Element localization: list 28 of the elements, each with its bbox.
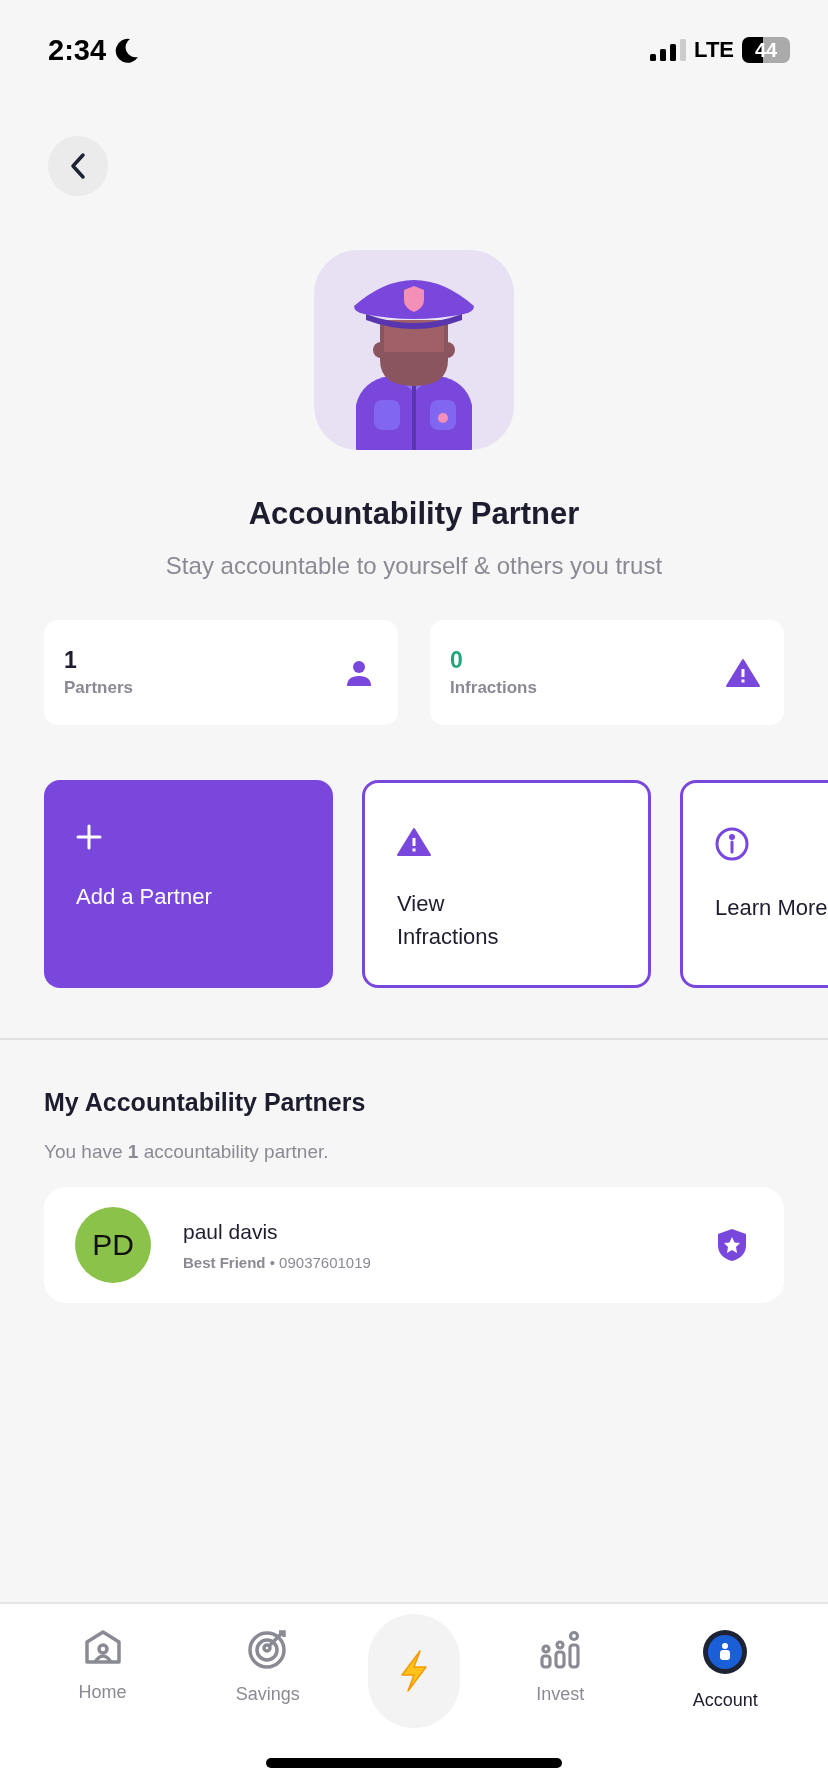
action-card[interactable]: Add a Partner [44,780,333,988]
warning-icon [397,827,431,857]
page-subtitle: Stay accountable to yourself & others you trust [164,552,664,580]
partner-count-text: You have 1 accountability partner. [44,1141,330,1163]
initials-avatar: PD [75,1207,151,1283]
action-card[interactable]: View Infractions [362,780,651,988]
signal-icon [650,39,687,61]
stat-label: Partners [64,678,133,698]
bar-chart-icon [539,1628,582,1670]
status-time: 2:34 [48,33,107,67]
account-avatar-icon [701,1628,750,1676]
network-label: LTE [694,37,734,63]
page-title: Accountability Partner [247,496,581,532]
stat-value: 0 [450,647,464,674]
warning-icon [726,657,760,688]
stat-label: Infractions [450,678,537,698]
tab-item[interactable]: Account [660,1628,791,1718]
action-card[interactable]: Learn More [680,780,828,988]
back-chevron-icon [70,152,86,180]
plus-icon [76,824,102,850]
section-title: My Accountability Partners [44,1088,367,1117]
partner-name: paul davis [183,1219,279,1244]
stat-value: 1 [64,647,78,674]
partner-detail: Best Friend • 09037601019 [183,1253,372,1271]
moon-icon [114,37,141,63]
target-icon [246,1628,289,1670]
partner-row[interactable]: PD paul davis Best Friend • 09037601019 [44,1187,784,1303]
info-icon [715,827,749,861]
